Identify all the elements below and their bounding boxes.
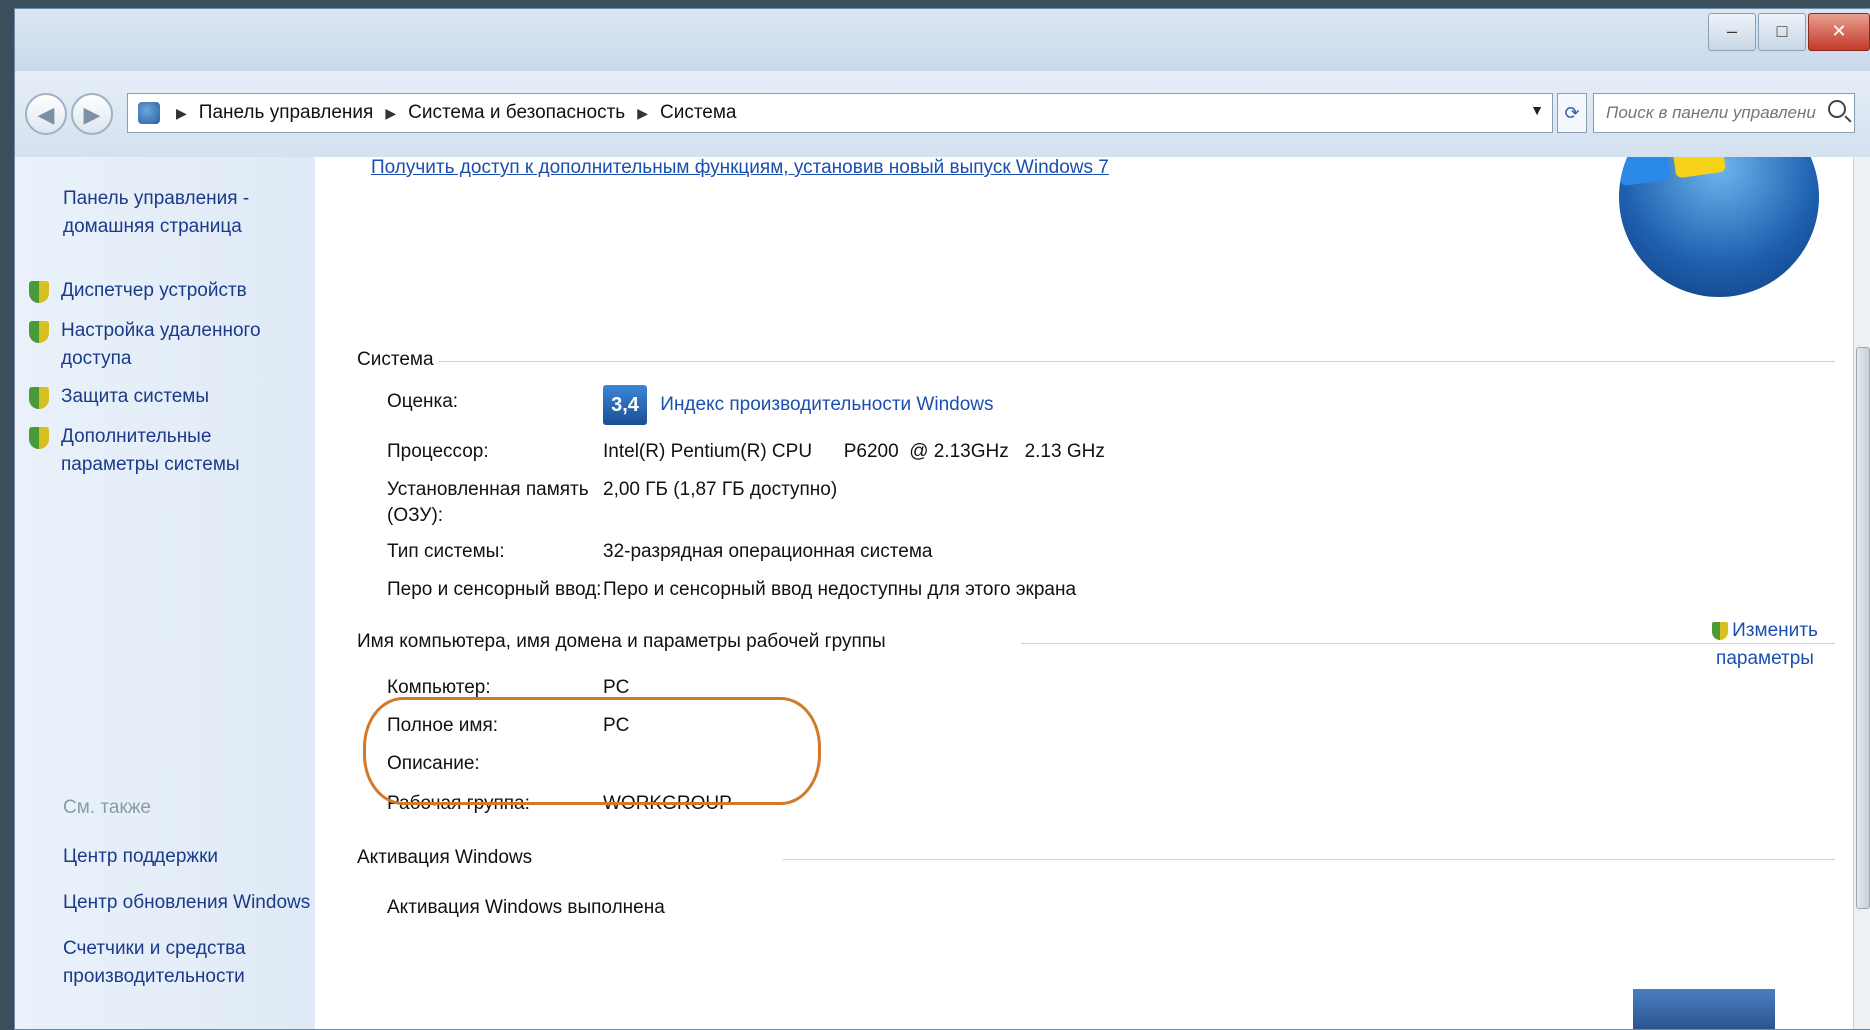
control-panel-window: – □ ✕ ◀ ▶ ▶ Панель управления ▶ Система … (14, 8, 1870, 1030)
sidebar-item-label: Защита системы (61, 386, 210, 407)
shield-icon (1712, 621, 1729, 640)
back-button[interactable]: ◀ (25, 93, 67, 135)
sidebar-item-label: Настройка удаленного доступа (61, 320, 261, 369)
control-panel-icon (138, 102, 160, 124)
search-box (1593, 93, 1855, 133)
chevron-right-icon: ▶ (385, 104, 397, 121)
highlight-circle (363, 697, 821, 805)
computer-name-section-title: Имя компьютера, имя домена и параметры р… (357, 631, 886, 652)
caption-buttons: – □ ✕ (1706, 13, 1870, 51)
shield-icon (29, 281, 49, 303)
main-content: Получить доступ к дополнительным функция… (315, 157, 1855, 1029)
search-input[interactable] (1604, 102, 1818, 124)
cpu-label: Процессор: (387, 441, 489, 462)
rating-value: 3,4 Индекс производительности Windows (603, 385, 994, 425)
sidebar-link-windows-update[interactable]: Центр обновления Windows (63, 889, 313, 917)
activation-status: Активация Windows выполнена (387, 897, 665, 918)
divider (783, 859, 1835, 860)
rating-label: Оценка: (387, 391, 459, 412)
sidebar-home-link[interactable]: Панель управления - домашняя страница (63, 185, 303, 241)
chevron-right-icon: ▶ (637, 104, 648, 121)
refresh-button[interactable]: ⟳ (1557, 93, 1587, 133)
sidebar-link-action-center[interactable]: Центр поддержки (63, 843, 313, 871)
ram-label: Установленная память (ОЗУ): (387, 479, 589, 526)
sidebar-item-device-manager[interactable]: Диспетчер устройств (29, 277, 309, 305)
vertical-scrollbar[interactable] (1853, 157, 1870, 1029)
cpu-value: Intel(R) Pentium(R) CPU P6200 @ 2.13GHz … (603, 441, 1105, 462)
pen-touch-value: Перо и сенсорный ввод недоступны для это… (603, 579, 1077, 600)
breadcrumb-system[interactable]: Система (656, 102, 741, 124)
shield-icon (29, 427, 49, 449)
divider (439, 361, 1835, 362)
sidebar-item-label: Диспетчер устройств (61, 280, 247, 301)
sidebar-item-label: Дополнительные параметры системы (61, 426, 240, 475)
genuine-windows-badge[interactable] (1633, 989, 1775, 1029)
sidebar: Панель управления - домашняя страница Ди… (15, 157, 315, 1029)
minimize-button[interactable]: – (1708, 13, 1756, 51)
see-also-header: См. также (63, 797, 151, 818)
sidebar-link-performance[interactable]: Счетчики и средства производительности (63, 935, 313, 991)
pen-touch-label: Перо и сенсорный ввод: (387, 579, 602, 600)
address-bar[interactable]: ▶ Панель управления ▶ Система и безопасн… (127, 93, 1553, 133)
breadcrumb-control-panel[interactable]: Панель управления (195, 102, 378, 124)
scrollbar-thumb[interactable] (1856, 347, 1870, 909)
title-bar[interactable]: – □ ✕ (15, 9, 1870, 71)
windows-flag-icon (1619, 157, 1731, 194)
search-icon[interactable] (1828, 100, 1846, 118)
shield-icon (29, 387, 49, 409)
dropdown-arrow-icon[interactable]: ▼ (1530, 102, 1544, 118)
navigation-bar: ◀ ▶ ▶ Панель управления ▶ Система и безо… (15, 71, 1870, 158)
performance-index-link[interactable]: Индекс производительности Windows (660, 394, 993, 415)
close-button[interactable]: ✕ (1808, 13, 1870, 51)
sidebar-item-system-protection[interactable]: Защита системы (29, 383, 309, 411)
chevron-right-icon: ▶ (176, 104, 187, 121)
system-type-value: 32-разрядная операционная система (603, 541, 933, 562)
shield-icon (29, 321, 49, 343)
performance-score-badge: 3,4 (603, 385, 647, 425)
system-section-title: Система (357, 349, 434, 370)
maximize-button[interactable]: □ (1758, 13, 1806, 51)
forward-button[interactable]: ▶ (71, 93, 113, 135)
sidebar-item-remote-access[interactable]: Настройка удаленного доступа (29, 317, 269, 373)
sidebar-item-advanced-settings[interactable]: Дополнительные параметры системы (29, 423, 309, 479)
change-settings-link[interactable]: Изменить параметры (1685, 617, 1845, 673)
system-type-label: Тип системы: (387, 541, 505, 562)
activation-section-title: Активация Windows (357, 847, 533, 868)
windows-logo (1619, 157, 1819, 297)
change-settings-label: Изменить параметры (1716, 620, 1818, 669)
ram-value: 2,00 ГБ (1,87 ГБ доступно) (603, 479, 838, 500)
upgrade-windows-link[interactable]: Получить доступ к дополнительным функция… (371, 157, 1109, 179)
breadcrumb-system-security[interactable]: Система и безопасность (404, 102, 629, 124)
